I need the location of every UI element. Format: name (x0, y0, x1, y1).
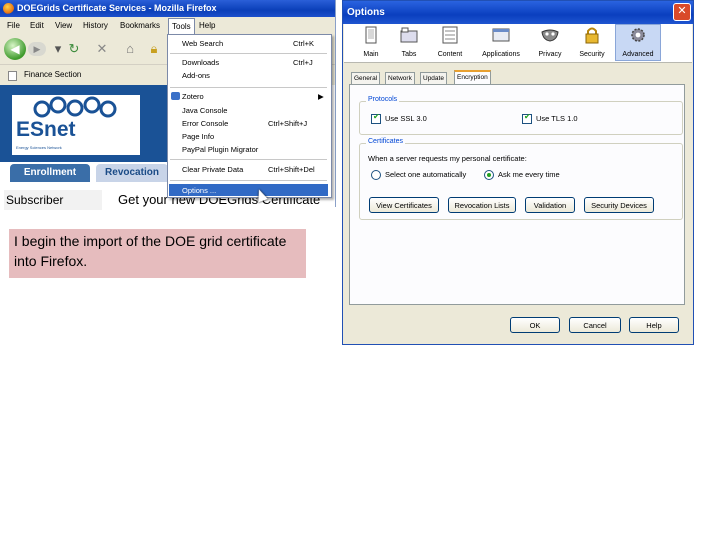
toolbar-content[interactable]: Content (430, 24, 470, 62)
certificates-label: Certificates (366, 138, 406, 145)
revocation-lists-button[interactable]: Revocation Lists (448, 197, 516, 213)
radio-select-automatically-label: Select one automatically (385, 170, 467, 179)
firefox-title-bar: DOEGrids Certificate Services - Mozilla … (0, 0, 335, 17)
protocols-label: Protocols (366, 96, 400, 103)
tab-enrollment[interactable]: Enrollment (10, 164, 90, 182)
esnet-logo-text: ESnet (16, 118, 76, 141)
radio-selected-dot (487, 173, 491, 177)
menu-item-options[interactable]: Options ... (182, 186, 216, 195)
toolbar-privacy[interactable]: Privacy (530, 24, 570, 62)
menu-item-paypal-migrator[interactable]: PayPal Plugin Migrator (182, 145, 258, 154)
menu-item-clear-private-data[interactable]: Clear Private Data (182, 165, 243, 174)
help-button[interactable]: Help (629, 317, 679, 333)
menu-file[interactable]: File (4, 17, 23, 34)
menu-item-downloads[interactable]: Downloads (182, 58, 219, 67)
shortcut-web-search: Ctrl+K (293, 39, 315, 48)
toolbar-applications[interactable]: Applications (481, 24, 521, 62)
security-devices-button[interactable]: Security Devices (584, 197, 654, 213)
reload-icon[interactable]: ↻ (64, 39, 84, 59)
shortcut-clear-private-data: Ctrl+Shift+Del (268, 165, 315, 174)
back-button[interactable]: ◀ (4, 38, 26, 60)
firefox-window-title: DOEGrids Certificate Services - Mozilla … (17, 3, 217, 13)
menu-separator (170, 53, 327, 54)
menu-view[interactable]: View (52, 17, 75, 34)
toolbar-content-label: Content (437, 51, 463, 58)
menu-help[interactable]: Help (196, 17, 218, 34)
checkmark-icon: ✔ (373, 112, 380, 121)
tools-dropdown-menu: Web Search Ctrl+K Downloads Ctrl+J Add-o… (167, 34, 332, 198)
bookmark-finance-section[interactable]: Finance Section (24, 65, 81, 85)
menu-item-web-search[interactable]: Web Search (182, 39, 223, 48)
toolbar-main[interactable]: Main (351, 24, 391, 62)
lock-icon (585, 27, 599, 44)
toolbar-advanced-label: Advanced (622, 51, 654, 58)
stop-icon[interactable]: ✕ (92, 39, 112, 59)
shortcut-downloads: Ctrl+J (293, 58, 313, 67)
page-icon (8, 71, 17, 81)
forward-button[interactable]: ▶ (28, 42, 46, 56)
menu-separator (170, 87, 327, 88)
shortcut-error-console: Ctrl+Shift+J (268, 119, 308, 128)
caption-box: I begin the import of the DOE grid certi… (9, 229, 306, 278)
applications-icon (492, 28, 510, 42)
options-title-bar: Options (343, 1, 693, 24)
toolbar-tabs[interactable]: Tabs (389, 24, 429, 62)
esnet-logo-subtitle: Energy Sciences Network (16, 145, 62, 150)
menu-item-add-ons[interactable]: Add-ons (182, 71, 210, 80)
toolbar-privacy-label: Privacy (538, 51, 562, 58)
radio-ask-every-time-label: Ask me every time (498, 170, 560, 179)
close-icon[interactable]: ✕ (673, 3, 691, 21)
gear-icon (631, 28, 645, 42)
toolbar-tabs-label: Tabs (401, 51, 417, 58)
tabs-icon (400, 27, 418, 43)
toolbar-advanced[interactable]: Advanced (618, 24, 658, 62)
toolbar-security-label: Security (579, 51, 605, 58)
zotero-icon (171, 92, 180, 100)
ok-button[interactable]: OK (510, 317, 560, 333)
toolbar-security[interactable]: Security (572, 24, 612, 62)
home-icon[interactable]: ⌂ (120, 39, 140, 59)
content-icon (442, 26, 458, 44)
lock-icon[interactable]: 🔒︎ (144, 39, 164, 59)
submenu-arrow-icon: ▶ (318, 92, 324, 101)
menu-history[interactable]: History (80, 17, 111, 34)
tab-revocation[interactable]: Revocation (96, 164, 168, 182)
cert-prompt: When a server requests my personal certi… (368, 154, 527, 163)
view-certificates-button[interactable]: View Certificates (369, 197, 439, 213)
tls-label: Use TLS 1.0 (536, 114, 578, 123)
menu-item-error-console[interactable]: Error Console (182, 119, 228, 128)
radio-ask-every-time[interactable] (484, 170, 494, 180)
tls-checkbox[interactable]: ✔ (522, 112, 532, 124)
firefox-icon (3, 3, 14, 14)
menu-item-java-console[interactable]: Java Console (182, 106, 227, 115)
subscriber-label: Subscriber (4, 190, 102, 210)
menu-separator (170, 159, 327, 160)
menu-item-page-info[interactable]: Page Info (182, 132, 214, 141)
toolbar-main-label: Main (363, 51, 379, 58)
menu-item-zotero[interactable]: Zotero (182, 92, 204, 101)
ssl-checkbox[interactable]: ✔ (371, 112, 381, 124)
toolbar-applications-label: Applications (482, 51, 520, 58)
menu-tools[interactable]: Tools (168, 18, 195, 35)
options-title: Options (347, 7, 385, 18)
ssl-label: Use SSL 3.0 (385, 114, 427, 123)
menu-bookmarks[interactable]: Bookmarks (117, 17, 163, 34)
checkmark-icon: ✔ (524, 112, 531, 121)
menu-separator (170, 180, 327, 181)
privacy-mask-icon (541, 29, 559, 42)
radio-select-automatically[interactable] (371, 170, 381, 180)
esnet-cloud-logo (33, 96, 117, 118)
cancel-button[interactable]: Cancel (569, 317, 621, 333)
main-window-icon (365, 26, 377, 44)
validation-button[interactable]: Validation (525, 197, 575, 213)
menu-edit[interactable]: Edit (27, 17, 47, 34)
